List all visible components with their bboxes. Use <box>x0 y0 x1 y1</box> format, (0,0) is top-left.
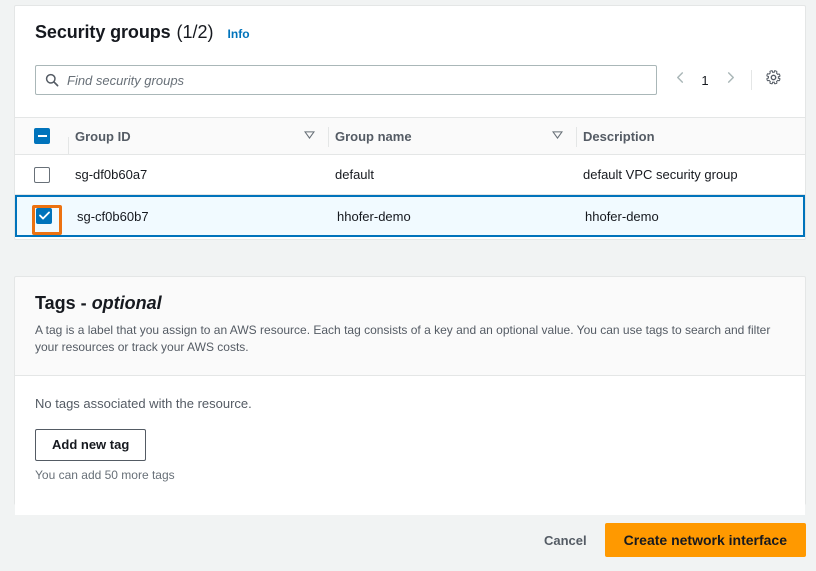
tags-title: Tags - optional <box>35 293 785 314</box>
tags-empty-message: No tags associated with the resource. <box>35 395 252 411</box>
select-all-checkbox[interactable] <box>34 128 50 144</box>
pagination: 1 <box>667 66 786 94</box>
column-header-group-name[interactable]: Group name <box>329 118 577 154</box>
table-controls: 1 <box>15 65 805 95</box>
chevron-right-icon <box>725 71 736 89</box>
selection-count: (1/2) <box>176 22 214 42</box>
pagination-divider <box>751 70 752 90</box>
cancel-button[interactable]: Cancel <box>526 524 605 556</box>
pagination-page-1[interactable]: 1 <box>693 73 717 88</box>
security-groups-header: Security groups (1/2) Info <box>15 6 805 53</box>
tags-remaining-hint: You can add 50 more tags <box>35 467 175 482</box>
row-checkbox[interactable] <box>34 166 50 183</box>
form-footer: Cancel Create network interface <box>0 523 816 557</box>
checkmark-icon <box>38 207 50 225</box>
column-label: Group ID <box>75 128 131 144</box>
cell-description: hhofer-demo <box>585 208 659 224</box>
tags-card: Tags - optional A tag is a label that yo… <box>14 276 806 515</box>
row-select-cell <box>15 166 69 183</box>
info-link[interactable]: Info <box>228 27 250 41</box>
title-row: Security groups (1/2) Info <box>35 22 785 43</box>
dash-icon <box>37 135 47 137</box>
column-label: Group name <box>335 128 412 144</box>
search-box[interactable] <box>35 65 657 95</box>
sort-icon-group-name[interactable] <box>552 130 563 142</box>
tags-title-optional: optional <box>91 293 162 313</box>
table-row-selected[interactable]: sg-cf0b60b7 hhofer-demo hhofer-demo <box>15 195 805 237</box>
tags-body: No tags associated with the resource. Ad… <box>15 375 805 515</box>
pagination-prev-button[interactable] <box>667 66 693 94</box>
cell-group-id: sg-cf0b60b7 <box>77 208 149 224</box>
table-preferences-button[interactable] <box>760 67 786 93</box>
page-root: Security groups (1/2) Info Find security… <box>0 0 816 571</box>
tags-description: A tag is a label that you assign to an A… <box>35 323 771 355</box>
gear-icon <box>765 69 782 91</box>
select-all-cell <box>15 128 69 157</box>
row-select-cell <box>17 208 71 224</box>
tags-header: Tags - optional A tag is a label that yo… <box>15 277 805 357</box>
cell-description: default VPC security group <box>583 167 738 182</box>
cell-group-name: default <box>335 167 375 182</box>
search-icon <box>45 73 59 87</box>
table-header-row: Group ID Group name Description <box>15 117 805 157</box>
create-network-interface-button[interactable]: Create network interface <box>604 523 806 557</box>
cell-group-name: hhofer-demo <box>337 208 411 224</box>
tags-title-main: Tags - <box>35 293 87 313</box>
search-input[interactable] <box>67 66 656 94</box>
column-header-group-id[interactable]: Group ID <box>69 118 329 154</box>
column-header-description[interactable]: Description <box>577 118 805 154</box>
row-checkbox[interactable] <box>36 208 52 224</box>
table-row[interactable]: sg-df0b60a7 default default VPC security… <box>15 155 805 195</box>
chevron-left-icon <box>675 71 686 89</box>
pagination-next-button[interactable] <box>717 66 743 94</box>
page-title: Security groups <box>35 22 171 42</box>
add-new-tag-button[interactable]: Add new tag <box>35 428 147 461</box>
cell-group-id: sg-df0b60a7 <box>75 167 148 182</box>
sort-icon-group-id[interactable] <box>304 130 315 142</box>
security-groups-card: Security groups (1/2) Info Find security… <box>14 5 806 240</box>
security-groups-table: Group ID Group name Description sg-df0b6… <box>15 117 805 237</box>
column-label: Description <box>583 128 655 144</box>
